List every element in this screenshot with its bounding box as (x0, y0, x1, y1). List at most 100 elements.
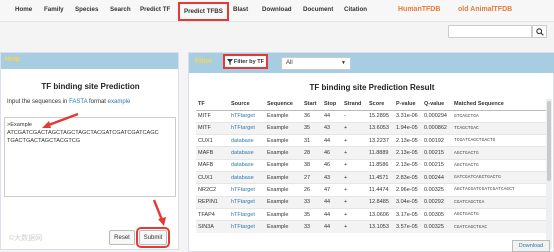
reset-button[interactable]: Reset (109, 230, 135, 245)
col-strand-cell: + (342, 134, 367, 147)
col-source-cell[interactable]: hTFtarget (229, 195, 265, 209)
annotation-arrow-icon (152, 199, 166, 226)
column-header-stop[interactable]: Stop (322, 99, 342, 111)
col-source-cell[interactable]: database (229, 146, 265, 160)
column-header-matched-sequence[interactable]: Matched Sequence (452, 99, 546, 111)
col-qvalue-cell: 0.000294 (422, 109, 452, 123)
col-matched-sequence-cell: TCAGCTGAC (452, 121, 546, 135)
top-navbar: Home Family Species Search Predict TF Pr… (0, 0, 554, 22)
col-sequence-cell: Example (265, 220, 302, 233)
result-title: TF binding site Prediction Result (309, 83, 435, 92)
column-header-source[interactable]: Source (229, 99, 265, 111)
nav-predict-tfbs[interactable]: Predict TFBS (178, 2, 229, 21)
col-stop-cell: 44 (322, 195, 342, 209)
table-row: SIN3A hTFtarget Example 33 44 +13.1053 3.57e-0… (196, 220, 546, 233)
search-icon (535, 27, 544, 36)
col-start-cell: 27 (302, 170, 322, 184)
col-source-cell[interactable]: hTFtarget (229, 183, 265, 197)
nav-document[interactable]: Document (303, 6, 333, 13)
nav-blast[interactable]: Blast (233, 6, 248, 13)
column-header-qvalue[interactable]: Q-value (422, 99, 452, 111)
col-sequence-cell: Example (265, 146, 302, 160)
tf-filter-select[interactable]: All ▼ (281, 57, 351, 70)
col-source-cell[interactable]: database (229, 158, 265, 172)
col-strand-cell: + (342, 195, 367, 209)
col-stop-cell: 46 (322, 158, 342, 172)
table-scrollbar[interactable] (546, 99, 552, 249)
col-stop-cell: 44 (322, 220, 342, 233)
col-tf-cell: NR2C2 (196, 183, 229, 197)
nav-family[interactable]: Family (44, 6, 64, 13)
column-header-pvalue[interactable]: P-value (394, 99, 422, 111)
col-pvalue-cell: 2.96e-05 (394, 183, 422, 197)
col-stop-cell: 43 (322, 170, 342, 184)
table-row: CUX1 database Example 27 43 +11.4571 2.83e-05 0… (196, 170, 546, 184)
col-start-cell: 36 (302, 109, 322, 123)
col-start-cell: 31 (302, 134, 322, 147)
col-score-cell: 11.8586 (367, 158, 394, 172)
example-link[interactable]: example (108, 99, 131, 105)
col-source-cell[interactable]: database (229, 170, 265, 184)
nav-home[interactable]: Home (15, 6, 32, 13)
col-source-cell[interactable]: hTFtarget (229, 220, 265, 233)
col-strand-cell: + (342, 146, 367, 160)
column-header-tf[interactable]: TF (196, 99, 229, 111)
table-row: MITF hTFtarget Example 36 44-15.2895 3.31e-06… (196, 109, 546, 123)
col-source-cell[interactable]: database (229, 134, 265, 147)
col-tf-cell: CUX1 (196, 134, 229, 147)
column-header-score[interactable]: Score (367, 99, 394, 111)
nav-download[interactable]: Download (262, 6, 292, 13)
column-header-start[interactable]: Start (302, 99, 322, 111)
submit-button[interactable]: Submit (136, 227, 170, 248)
col-source-cell[interactable]: hTFtarget (229, 121, 265, 135)
col-strand-cell: + (342, 220, 367, 233)
col-tf-cell: MAFB (196, 158, 229, 172)
col-score-cell: 13.0606 (367, 207, 394, 221)
col-score-cell: 11.4571 (367, 170, 394, 184)
column-header-sequence[interactable]: Sequence (265, 99, 302, 111)
column-header-strand[interactable]: Strand (342, 99, 367, 111)
col-pvalue-cell: 3.57e-05 (394, 220, 422, 233)
nav-citation[interactable]: Citation (344, 6, 367, 13)
nav-predict-tf[interactable]: Predict TF (140, 6, 170, 13)
sequence-header-line: >Example (7, 122, 33, 128)
col-qvalue-cell: 0.00292 (422, 195, 452, 209)
instruction-format-text: format (88, 99, 106, 105)
col-matched-sequence-cell: GATCGATCAGCTGACTG (452, 170, 546, 184)
col-strand-cell: + (342, 121, 367, 135)
col-source-cell[interactable]: hTFtarget (229, 207, 265, 221)
col-pvalue-cell: 2.13e-05 (394, 146, 422, 160)
col-sequence-cell: Example (265, 158, 302, 172)
col-start-cell: 33 (302, 195, 322, 209)
nav-species[interactable]: Species (75, 6, 98, 13)
col-score-cell: 13.6053 (367, 121, 394, 135)
scrollbar-thumb[interactable] (547, 101, 551, 181)
filter-label: Filter (195, 58, 213, 65)
col-source-cell[interactable]: hTFtarget (229, 109, 265, 123)
table-row: MITF hTFtarget Example 35 43 +13.6053 1.94e-05… (196, 121, 546, 135)
funnel-icon (226, 58, 233, 65)
col-stop-cell: 44 (322, 109, 342, 123)
col-tf-cell: MAFB (196, 146, 229, 160)
sequence-line: ATCGATCGACTAGCTAGCTAGCTACGATCGATCGATCAGC (7, 130, 159, 136)
sequence-textarea[interactable]: >Example ATCGATCGACTAGCTAGCTAGCTACGATCGA… (4, 117, 176, 197)
download-button[interactable]: Download (512, 240, 550, 252)
filter-by-tf-label: Filter by TF (233, 58, 265, 65)
col-qvalue-cell: 0.00215 (422, 146, 452, 160)
sequence-line: TGACTGACTAGCTACGTCG (7, 138, 81, 144)
search-input[interactable] (448, 25, 532, 38)
search-button[interactable] (532, 25, 547, 38)
nav-search[interactable]: Search (110, 6, 131, 13)
col-sequence-cell: Example (265, 134, 302, 147)
col-stop-cell: 46 (322, 146, 342, 160)
col-qvalue-cell: 0.00215 (422, 158, 452, 172)
brand-humantfdb[interactable]: HumanTFDB (398, 6, 440, 13)
fasta-link[interactable]: FASTA (69, 99, 87, 105)
col-matched-sequence-cell: AGCTGACTG (452, 146, 546, 160)
col-score-cell: 15.2895 (367, 109, 394, 123)
col-qvalue-cell: 0.00192 (422, 134, 452, 147)
filter-by-tf-button[interactable]: Filter by TF (223, 54, 268, 69)
brand-old-animaltfdb[interactable]: old AnimalTFDB (458, 6, 512, 13)
col-matched-sequence-cell: AGCTGACTG (452, 158, 546, 172)
col-stop-cell: 47 (322, 183, 342, 197)
